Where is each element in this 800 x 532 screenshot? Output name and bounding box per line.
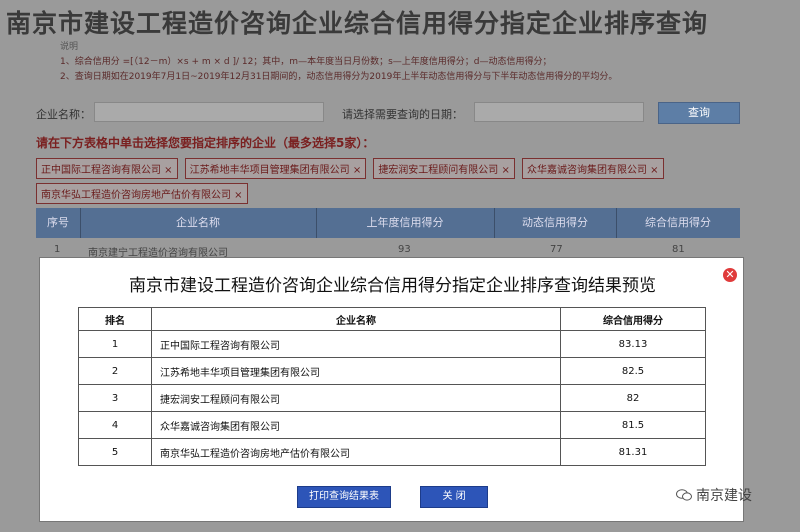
selected-tag[interactable]: 众华嘉诚咨询集团有限公司 × — [521, 158, 664, 179]
table-row: 1 正中国际工程咨询有限公司 83.13 — [78, 330, 706, 358]
rank-cell: 3 — [78, 384, 152, 412]
column-header: 企业名称 — [151, 307, 561, 331]
company-cell: 捷宏润安工程顾问有限公司 — [151, 384, 561, 412]
close-button[interactable]: 关 闭 — [420, 486, 489, 508]
date-input[interactable] — [474, 102, 644, 122]
score-cell: 82.5 — [560, 357, 706, 385]
selected-tag[interactable]: 南京华弘工程造价咨询房地产估价有限公司 × — [36, 183, 248, 204]
company-cell: 南京华弘工程造价咨询房地产估价有限公司 — [151, 438, 561, 466]
search-form: 企业名称： 请选择需要查询的日期： 查询 — [30, 102, 750, 124]
table-header: 序号 企业名称 上年度信用得分 动态信用得分 综合信用得分 — [36, 208, 740, 238]
table-header-row: 排名 企业名称 综合信用得分 — [78, 307, 706, 331]
score-cell: 83.13 — [560, 330, 706, 358]
column-header: 企业名称 — [80, 208, 317, 238]
column-header: 上年度信用得分 — [316, 208, 495, 238]
close-icon[interactable]: ✕ — [723, 268, 737, 282]
selected-tag[interactable]: 正中国际工程咨询有限公司 × — [36, 158, 178, 179]
column-header: 排名 — [78, 307, 152, 331]
result-preview-dialog: 南京市建设工程造价咨询企业综合信用得分指定企业排序查询结果预览 ✕ 排名 企业名… — [39, 257, 744, 522]
table-row: 3 捷宏润安工程顾问有限公司 82 — [78, 384, 706, 412]
dialog-buttons: 打印查询结果表 关 闭 — [40, 484, 745, 508]
rank-cell: 2 — [78, 357, 152, 385]
notes: 说明 1、综合信用分 =[（12－m）×s + m × d ]/ 12；其中，m… — [60, 40, 617, 85]
score-cell: 81.5 — [560, 411, 706, 439]
date-label: 请选择需要查询的日期： — [342, 108, 463, 121]
note-line: 1、综合信用分 =[（12－m）×s + m × d ]/ 12；其中，m—本年… — [60, 57, 552, 67]
score-cell: 81.31 — [560, 438, 706, 466]
rank-cell: 4 — [78, 411, 152, 439]
cell: 1 — [54, 244, 61, 255]
rank-cell: 1 — [78, 330, 152, 358]
company-input[interactable] — [94, 102, 324, 122]
dialog-title: 南京市建设工程造价咨询企业综合信用得分指定企业排序查询结果预览 — [129, 276, 656, 296]
selected-tags: 正中国际工程咨询有限公司 × 江苏希地丰华项目管理集团有限公司 × 捷宏润安工程… — [36, 156, 736, 206]
column-header: 综合信用得分 — [560, 307, 706, 331]
query-button[interactable]: 查询 — [658, 102, 740, 124]
cell: 81 — [672, 244, 685, 255]
note-line: 2、查询日期如在2019年7月1日~2019年12月31日期间的，动态信用得分为… — [60, 72, 618, 82]
column-header: 动态信用得分 — [494, 208, 617, 238]
company-cell: 众华嘉诚咨询集团有限公司 — [151, 411, 561, 439]
company-label: 企业名称： — [36, 108, 91, 121]
cell: 93 — [398, 244, 411, 255]
company-cell: 江苏希地丰华项目管理集团有限公司 — [151, 357, 561, 385]
cell: 77 — [550, 244, 563, 255]
score-cell: 82 — [560, 384, 706, 412]
print-button[interactable]: 打印查询结果表 — [296, 486, 391, 508]
selected-tag[interactable]: 捷宏润安工程顾问有限公司 × — [373, 158, 515, 179]
rank-cell: 5 — [78, 438, 152, 466]
table-row: 5 南京华弘工程造价咨询房地产估价有限公司 81.31 — [78, 438, 706, 466]
result-table: 排名 企业名称 综合信用得分 1 正中国际工程咨询有限公司 83.13 2 江苏… — [78, 307, 706, 466]
table-row: 2 江苏希地丰华项目管理集团有限公司 82.5 — [78, 357, 706, 385]
watermark: 南京建设 — [676, 485, 752, 505]
wechat-icon — [676, 489, 692, 501]
column-header: 序号 — [36, 208, 81, 238]
notes-label: 说明 — [60, 42, 79, 52]
table-row: 4 众华嘉诚咨询集团有限公司 81.5 — [78, 411, 706, 439]
watermark-text: 南京建设 — [696, 488, 752, 504]
company-cell: 正中国际工程咨询有限公司 — [151, 330, 561, 358]
selected-tag[interactable]: 江苏希地丰华项目管理集团有限公司 × — [184, 158, 367, 179]
column-header: 综合信用得分 — [645, 216, 711, 229]
selection-hint: 请在下方表格中单击选择您要指定排序的企业（最多选择5家）： — [36, 136, 375, 150]
page-title: 南京市建设工程造价咨询企业综合信用得分指定企业排序查询 — [6, 9, 709, 38]
